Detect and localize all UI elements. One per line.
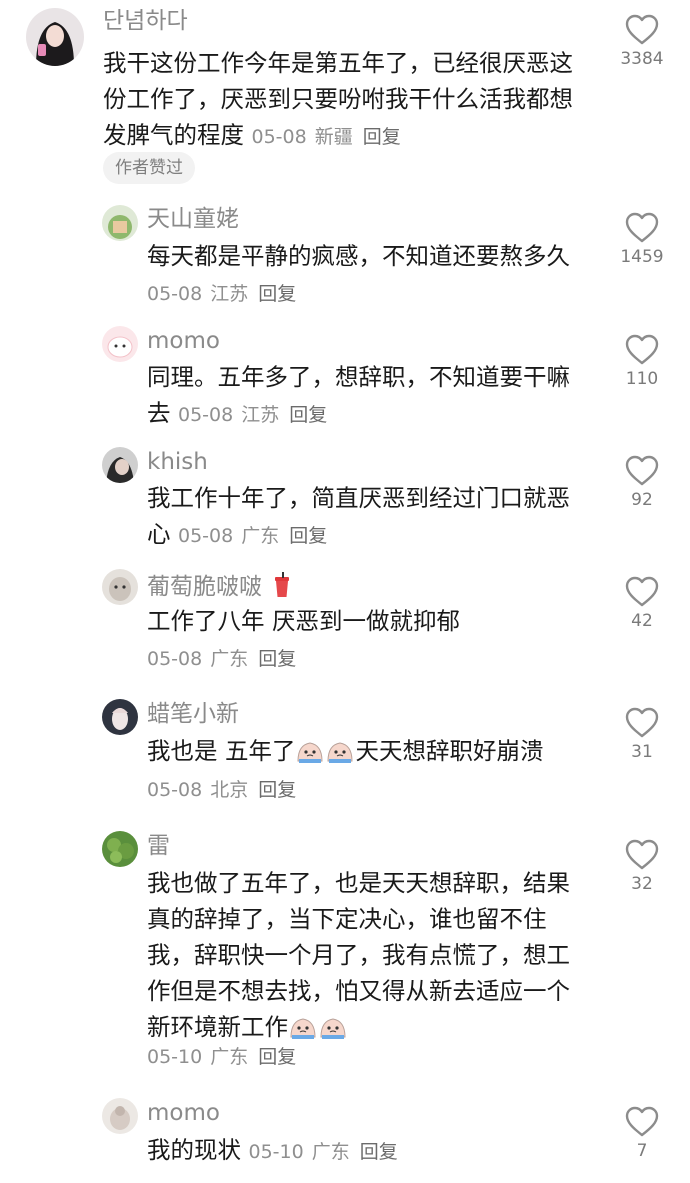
crying-bun-emoji bbox=[320, 1018, 346, 1039]
heart-outline-icon bbox=[625, 455, 659, 486]
comment-meta: 05-08 江苏 回复 bbox=[147, 283, 296, 305]
avatar[interactable] bbox=[102, 831, 138, 867]
like-count: 31 bbox=[631, 742, 653, 762]
author-liked-badge: 作者赞过 bbox=[103, 152, 195, 184]
avatar[interactable] bbox=[102, 205, 138, 241]
comment-text: 我也做了五年了，也是天天想辞职，结果真的辞掉了，当下定决心，谁也留不住我，辞职快… bbox=[147, 869, 570, 1041]
reply-button[interactable]: 回复 bbox=[258, 779, 296, 801]
reply-button[interactable]: 回复 bbox=[363, 126, 401, 148]
heart-outline-icon bbox=[625, 1106, 659, 1137]
comment-meta: 05-08 广东 回复 bbox=[178, 525, 327, 547]
comment-location: 广东 bbox=[311, 1141, 350, 1163]
comment-meta: 05-08 江苏 回复 bbox=[178, 404, 327, 426]
reply-button[interactable]: 回复 bbox=[258, 648, 296, 670]
drink-cup-emoji bbox=[275, 572, 290, 597]
reply-button[interactable]: 回复 bbox=[258, 283, 296, 305]
reply-button[interactable]: 回复 bbox=[360, 1141, 398, 1163]
comment-date: 05-08 bbox=[251, 126, 307, 148]
heart-outline-icon bbox=[625, 839, 659, 870]
like-button[interactable]: 110 bbox=[620, 334, 664, 388]
username[interactable]: momo bbox=[147, 1102, 220, 1125]
like-button[interactable]: 1459 bbox=[620, 212, 664, 266]
heart-outline-icon bbox=[625, 576, 659, 607]
like-count: 1459 bbox=[620, 247, 664, 267]
like-count: 32 bbox=[631, 874, 653, 894]
comment-text: 我的现状 05-10 广东 回复 bbox=[147, 1136, 398, 1164]
heart-outline-icon bbox=[625, 14, 659, 45]
reply-button[interactable]: 回复 bbox=[289, 525, 327, 547]
like-button[interactable]: 3384 bbox=[620, 14, 664, 68]
avatar[interactable] bbox=[102, 699, 138, 735]
avatar[interactable] bbox=[102, 569, 138, 605]
comment-text: 同理。五年多了，想辞职，不知道要干嘛去 05-08 江苏 回复 bbox=[147, 363, 570, 427]
avatar[interactable] bbox=[26, 8, 84, 66]
heart-outline-icon bbox=[625, 334, 659, 365]
comment-location: 广东 bbox=[210, 648, 249, 670]
comment-location: 广东 bbox=[241, 525, 280, 547]
like-button[interactable]: 92 bbox=[620, 455, 664, 509]
like-button[interactable]: 7 bbox=[620, 1106, 664, 1160]
comment-location: 江苏 bbox=[210, 283, 249, 305]
comment-meta: 05-10 广东 回复 bbox=[147, 1039, 587, 1075]
comment-text: 我干这份工作今年是第五年了，已经很厌恶这份工作了，厌恶到只要吩咐我干什么活我都想… bbox=[103, 49, 573, 149]
comment-text: 工作了八年 厌恶到一做就抑郁 bbox=[147, 607, 460, 635]
username[interactable]: 蜡笔小新 bbox=[147, 703, 239, 726]
comment-meta: 05-08 新疆 回复 bbox=[251, 126, 400, 148]
comment-location: 北京 bbox=[210, 779, 249, 801]
comment-text: 我工作十年了，简直厌恶到经过门口就恶心 05-08 广东 回复 bbox=[147, 484, 570, 548]
like-count: 110 bbox=[625, 369, 659, 389]
comment-text: 我也是 五年了 天天想辞职好崩溃 bbox=[147, 737, 544, 765]
comment-location: 新疆 bbox=[314, 126, 353, 148]
like-button[interactable]: 31 bbox=[620, 707, 664, 761]
avatar[interactable] bbox=[102, 326, 138, 362]
heart-outline-icon bbox=[625, 212, 659, 243]
comment-date: 05-08 bbox=[177, 525, 234, 547]
username[interactable]: momo bbox=[147, 330, 220, 353]
like-count: 42 bbox=[631, 611, 653, 631]
comment-thread: 단념하다 我干这份工作今年是第五年了，已经很厌恶这份工作了，厌恶到只要吩咐我干什… bbox=[0, 0, 690, 1183]
avatar[interactable] bbox=[102, 447, 138, 483]
comment-date: 05-10 bbox=[248, 1141, 304, 1163]
like-count: 7 bbox=[636, 1141, 648, 1161]
username[interactable]: 葡萄脆啵啵 bbox=[147, 572, 291, 599]
comment-date: 05-10 bbox=[147, 1046, 203, 1068]
like-button[interactable]: 42 bbox=[620, 576, 664, 630]
comment-date: 05-08 bbox=[147, 283, 203, 305]
avatar[interactable] bbox=[102, 1098, 138, 1134]
comment-meta: 05-08 北京 回复 bbox=[147, 772, 587, 808]
comment-location: 广东 bbox=[210, 1046, 249, 1068]
like-count: 92 bbox=[631, 490, 653, 510]
comment-date: 05-08 bbox=[177, 404, 234, 426]
crying-bun-emoji bbox=[297, 742, 323, 763]
username[interactable]: 단념하다 bbox=[103, 10, 188, 33]
comment-text: 每天都是平静的疯感，不知道还要熬多久 05-08 江苏 回复 bbox=[147, 242, 570, 305]
crying-bun-emoji bbox=[327, 742, 353, 763]
username[interactable]: khish bbox=[147, 451, 208, 474]
like-button[interactable]: 32 bbox=[620, 839, 664, 893]
heart-outline-icon bbox=[625, 707, 659, 738]
username[interactable]: 天山童姥 bbox=[147, 208, 239, 231]
comment-meta: 05-08 广东 回复 bbox=[147, 641, 587, 677]
reply-button[interactable]: 回复 bbox=[289, 404, 327, 426]
comment-date: 05-08 bbox=[147, 779, 203, 801]
crying-bun-emoji bbox=[290, 1018, 316, 1039]
like-count: 3384 bbox=[620, 49, 664, 69]
comment-location: 江苏 bbox=[241, 404, 280, 426]
username[interactable]: 雷 bbox=[147, 835, 170, 858]
comment-meta: 05-10 广东 回复 bbox=[248, 1141, 397, 1163]
comment-date: 05-08 bbox=[147, 648, 203, 670]
reply-button[interactable]: 回复 bbox=[258, 1046, 296, 1068]
